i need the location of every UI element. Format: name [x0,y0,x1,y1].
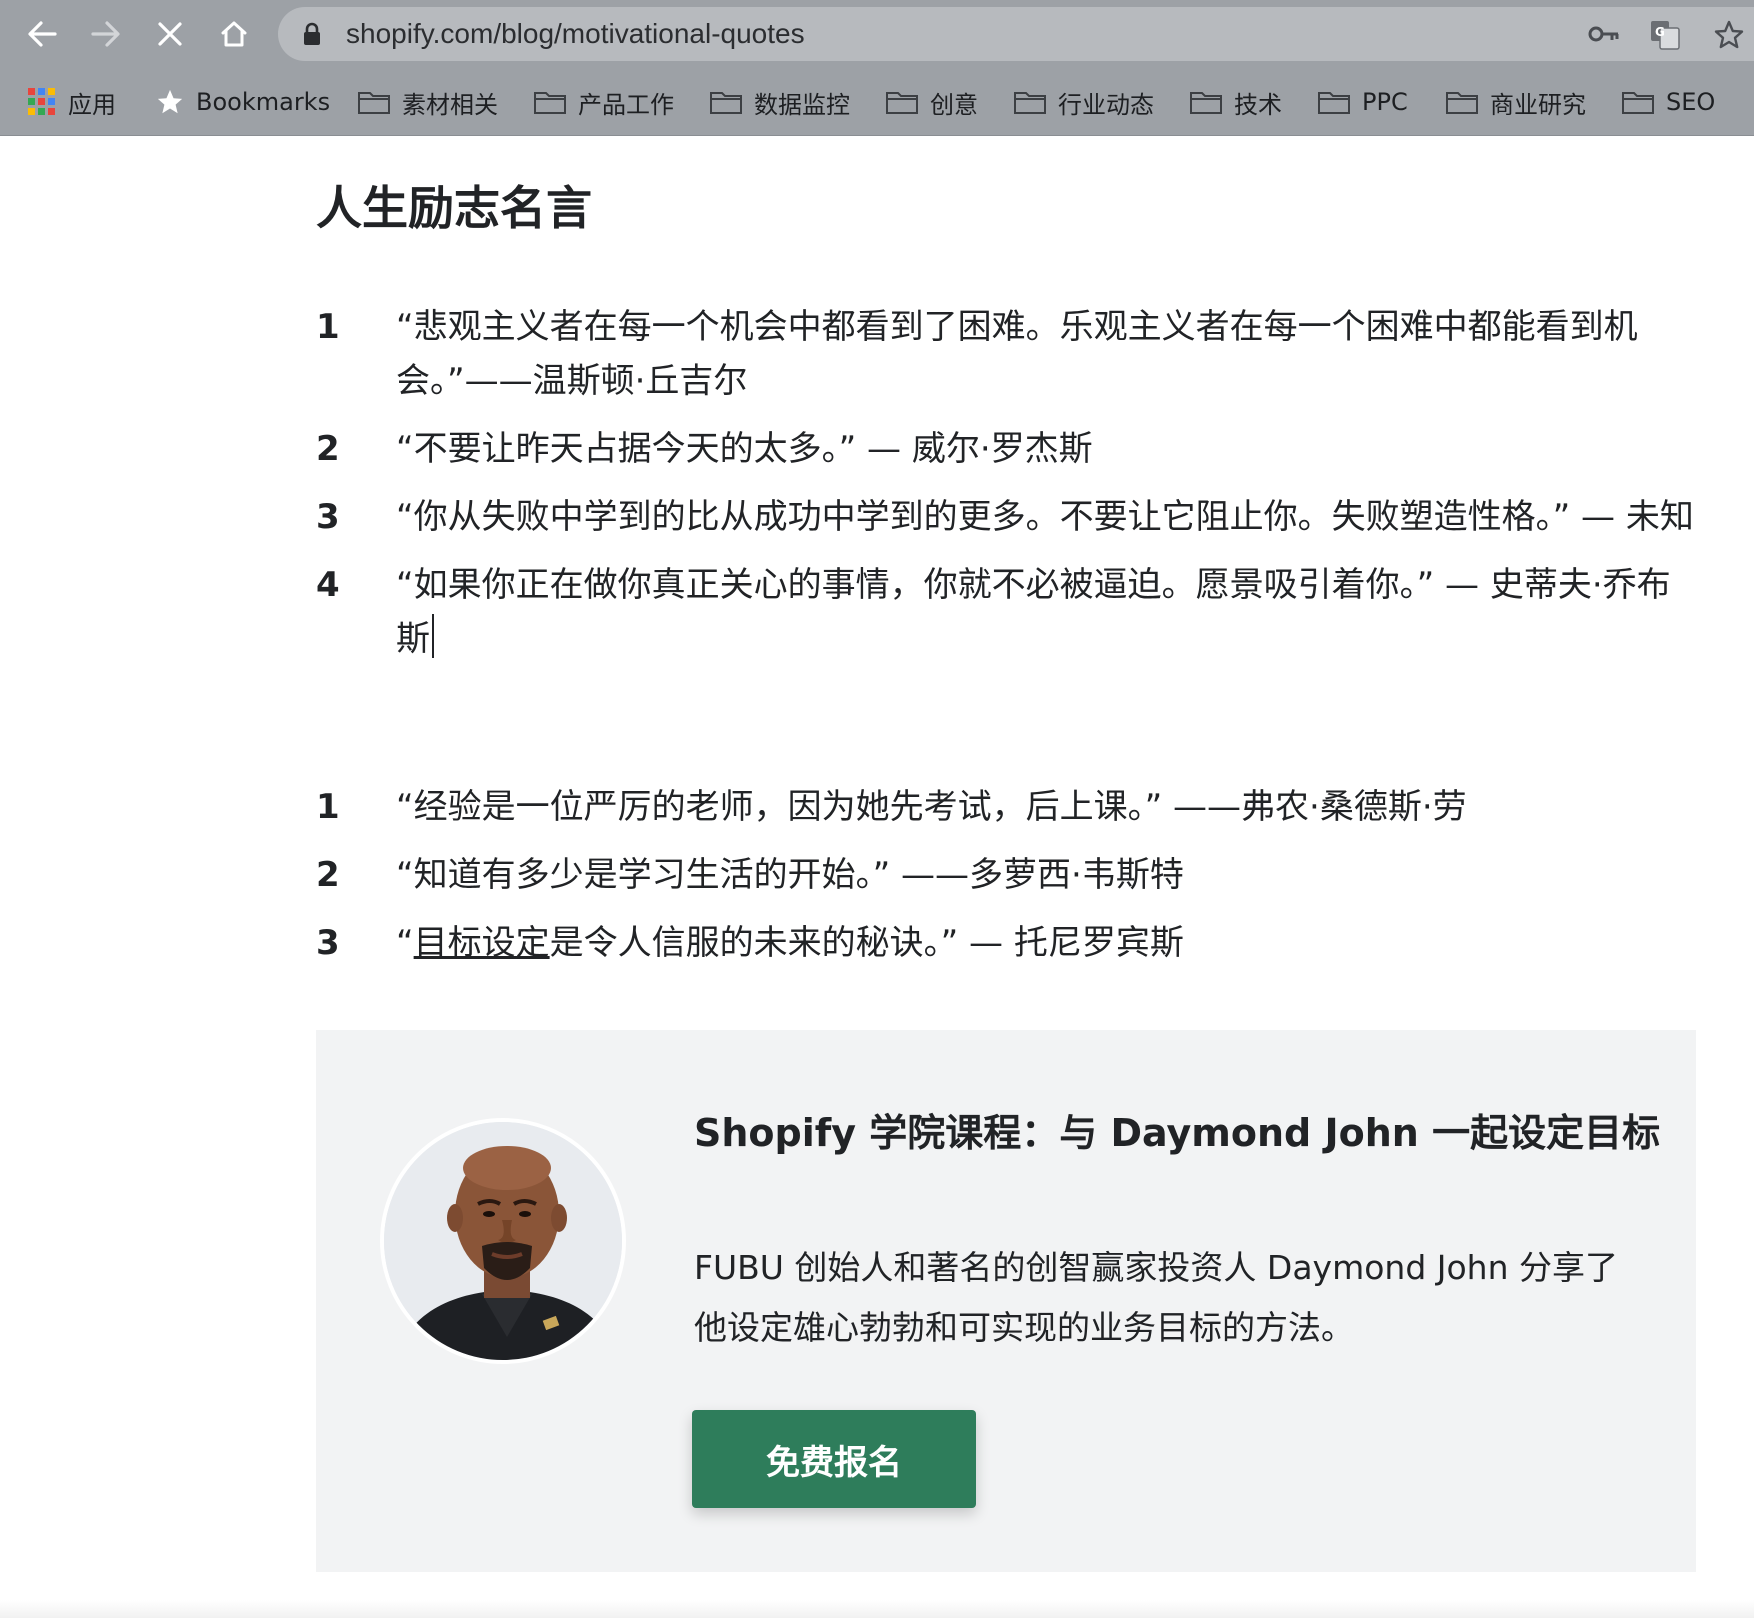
goal-setting-link[interactable]: 目标设定 [414,923,550,963]
bookmark-label: Bookmarks [196,88,331,116]
bookmark-label: 产品工作 [578,90,674,119]
bookmark-folder[interactable]: 产品工作 [534,68,674,136]
quote-rest: 是令人信服的未来的秘诀。” — 托尼罗宾斯 [549,923,1184,963]
quote-text[interactable]: “如果你正在做你真正关心的事情，你就不必被逼迫。愿景吸引着你。” — 史蒂夫·乔… [396,565,1671,659]
bookmark-label: 技术 [1234,90,1282,119]
open-quote: “ [396,923,414,963]
bookmark-folder[interactable]: 素材相关 [358,68,498,136]
list-number: 1 [316,307,340,347]
svg-text:G: G [1655,25,1665,39]
list-item: 1 “悲观主义者在每一个机会中都看到了困难。乐观主义者在每一个困难中都能看到机会… [316,300,1696,408]
free-signup-button[interactable]: 免费报名 [692,1410,976,1508]
forward-arrow-icon [91,21,120,47]
browser-toolbar: shopify.com/blog/motivational-quotes G [0,0,1754,68]
list-number: 2 [316,429,340,469]
list-item: 3 “你从失败中学到的比从成功中学到的更多。不要让它阻止你。失败塑造性格。” —… [316,490,1696,544]
quote-text: “你从失败中学到的比从成功中学到的更多。不要让它阻止你。失败塑造性格。” — 未… [396,497,1694,537]
address-bar[interactable]: shopify.com/blog/motivational-quotes G [278,7,1754,61]
quote-text: “知道有多少是学习生活的开始。” ——多萝西·韦斯特 [396,855,1184,895]
quote-list-second: 1 “经验是一位严厉的老师，因为她先考试，后上课。” ——弗农·桑德斯·劳 2 … [316,780,1696,984]
bookmark-label: 数据监控 [754,90,850,119]
bookmark-folder[interactable]: 技术 [1190,68,1282,136]
translate-icon[interactable]: G [1650,20,1680,50]
bookmark-label: 应用 [68,90,116,119]
bookmark-label: 创意 [930,90,978,119]
stop-button[interactable] [146,10,194,58]
key-icon[interactable] [1588,20,1620,48]
bookmark-folder[interactable]: PPC [1318,68,1408,136]
list-item: 3 “目标设定是令人信服的未来的秘诀。” — 托尼罗宾斯 [316,916,1696,970]
list-number: 3 [316,497,340,537]
folder-icon [534,90,566,114]
folder-icon [1446,90,1478,114]
apps-grid-icon [28,88,56,116]
bookmark-label: PPC [1362,88,1408,116]
stop-loading-icon [158,22,182,46]
folder-icon [358,90,390,114]
quote-list: 1 “悲观主义者在每一个机会中都看到了困难。乐观主义者在每一个困难中都能看到机会… [316,300,1696,680]
bookmark-folder[interactable]: 创意 [886,68,978,136]
star-icon [156,88,184,116]
folder-icon [710,90,742,114]
quote-text: “不要让昨天占据今天的太多。” — 威尔·罗杰斯 [396,429,1093,469]
page-bottom-edge [0,1600,1754,1618]
folder-icon [1190,90,1222,114]
bookmark-folder[interactable]: 数据监控 [710,68,850,136]
list-number: 4 [316,565,340,605]
bookmark-folder[interactable]: 商业研究 [1446,68,1586,136]
bookmark-bookmarks[interactable]: Bookmarks [156,68,330,136]
list-item: 2 “不要让昨天占据今天的太多。” — 威尔·罗杰斯 [316,422,1696,476]
quote-text-content: “如果你正在做你真正关心的事情，你就不必被逼迫。愿景吸引着你。” — 史蒂夫·乔… [396,565,1671,659]
home-button[interactable] [210,10,258,58]
portrait-avatar [380,1118,626,1364]
folder-icon [1014,90,1046,114]
forward-button[interactable] [82,10,130,58]
bookmark-folder[interactable]: SEO [1622,68,1715,136]
home-icon [221,21,247,47]
folder-icon [1622,90,1654,114]
url-text[interactable]: shopify.com/blog/motivational-quotes [346,7,805,61]
quote-text: “目标设定是令人信服的未来的秘诀。” — 托尼罗宾斯 [396,923,1184,963]
bookmark-folder[interactable]: 行业动态 [1014,68,1154,136]
list-number: 1 [316,787,340,827]
bookmark-label: SEO [1666,88,1716,116]
list-item: 1 “经验是一位严厉的老师，因为她先考试，后上课。” ——弗农·桑德斯·劳 [316,780,1696,834]
bookmarks-bar: 应用 Bookmarks 素材相关 产品工作 数据监控 创意 行业动态 技术 P… [0,68,1754,136]
bookmark-label: 素材相关 [402,90,498,119]
bookmark-star-icon[interactable] [1714,20,1744,50]
course-promo-card: Shopify 学院课程：与 Daymond John 一起设定目标 FUBU … [316,1030,1696,1572]
back-arrow-icon [28,21,57,47]
promo-description: FUBU 创始人和著名的创智赢家投资人 Daymond John 分享了他设定雄… [694,1248,1618,1347]
list-item[interactable]: 4 “如果你正在做你真正关心的事情，你就不必被逼迫。愿景吸引着你。” — 史蒂夫… [316,558,1696,666]
text-cursor [432,614,434,658]
promo-title: Shopify 学院课程：与 Daymond John 一起设定目标 [694,1111,1661,1155]
list-item: 2 “知道有多少是学习生活的开始。” ——多萝西·韦斯特 [316,848,1696,902]
bookmark-apps[interactable]: 应用 [28,68,116,136]
person-portrait-icon [384,1122,622,1360]
section-heading: 人生励志名言 [316,181,592,235]
quote-text: “经验是一位严厉的老师，因为她先考试，后上课。” ——弗农·桑德斯·劳 [396,787,1467,827]
list-number: 3 [316,923,340,963]
bookmark-label: 行业动态 [1058,90,1154,119]
bookmark-label: 商业研究 [1490,90,1586,119]
list-number: 2 [316,855,340,895]
folder-icon [1318,90,1350,114]
back-button[interactable] [18,10,66,58]
lock-icon [304,22,320,45]
quote-text: “悲观主义者在每一个机会中都看到了困难。乐观主义者在每一个困难中都能看到机会。”… [396,307,1638,401]
folder-icon [886,90,918,114]
